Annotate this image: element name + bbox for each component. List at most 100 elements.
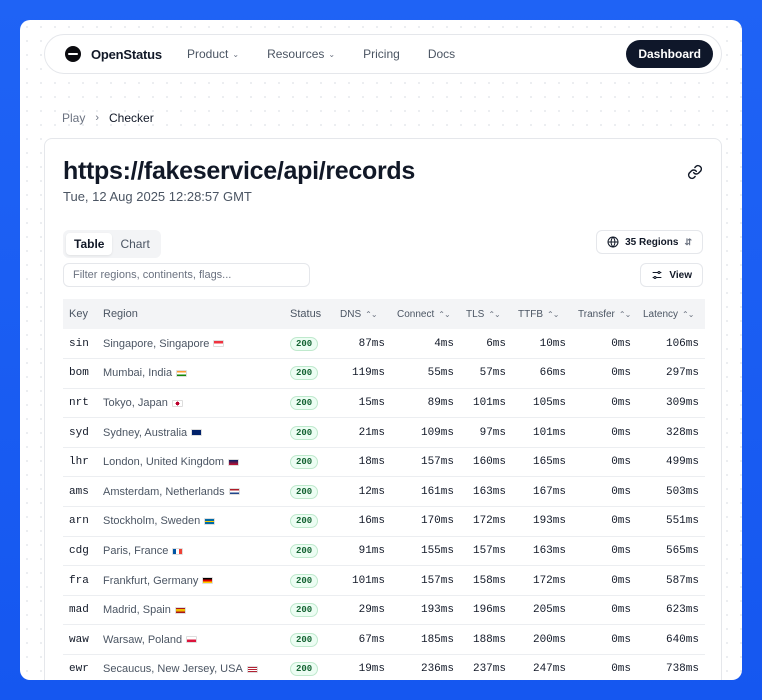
ttfb-cell: 205ms — [512, 595, 572, 626]
sort-icon: ⌃⌄ — [365, 309, 377, 319]
table-row[interactable]: arn Stockholm, Sweden 200 16ms 170ms 172ms 193… — [63, 506, 705, 537]
ttfb-cell: 167ms — [512, 476, 572, 508]
dashboard-button[interactable]: Dashboard — [626, 40, 713, 68]
dns-cell: 15ms — [334, 388, 391, 419]
nav-item-docs[interactable]: Docs — [428, 47, 455, 61]
region-name: London, United Kingdom — [103, 456, 225, 469]
region-name: Warsaw, Poland — [103, 633, 183, 646]
region-cell: Amsterdam, Netherlands — [97, 476, 284, 508]
chevron-down-icon: ⌄ — [328, 49, 336, 59]
column-header-latency[interactable]: Latency ⌃⌄ — [637, 299, 705, 329]
latency-cell: 106ms — [637, 329, 705, 360]
view-tabs: Table Chart — [63, 230, 161, 258]
table-row[interactable]: ams Amsterdam, Netherlands 200 12ms 161ms 163… — [63, 476, 705, 508]
brand-logo[interactable]: OpenStatus — [65, 46, 187, 62]
breadcrumb-play-link[interactable]: Play — [62, 111, 85, 125]
transfer-cell: 0ms — [572, 506, 637, 537]
filter-regions-input[interactable] — [63, 263, 310, 287]
dns-cell: 29ms — [334, 595, 391, 626]
table-row[interactable]: bom Mumbai, India 200 119ms 55ms 57ms 66ms 0ms 2… — [63, 358, 705, 389]
flag-nl-icon — [228, 488, 240, 496]
region-cell: Secaucus, New Jersey, USA — [97, 654, 284, 680]
dns-cell: 16ms — [334, 506, 391, 537]
connect-cell: 155ms — [391, 536, 460, 567]
table-row[interactable]: lhr London, United Kingdom 200 18ms 157ms 160… — [63, 447, 705, 478]
latency-cell: 503ms — [637, 476, 705, 508]
ttfb-cell: 10ms — [512, 329, 572, 360]
column-header-key: Key — [63, 299, 97, 329]
latency-cell: 499ms — [637, 447, 705, 478]
nav-menu: Product ⌄ Resources ⌄ Pricing Docs — [187, 47, 626, 61]
sort-icon: ⌃⌄ — [682, 309, 694, 319]
chevrons-up-down-icon: ⇵ — [684, 236, 692, 247]
region-cell: Tokyo, Japan — [97, 388, 284, 419]
tls-cell: 237ms — [460, 654, 512, 680]
connect-cell: 161ms — [391, 476, 460, 508]
status-badge: 200 — [290, 632, 319, 647]
status-badge: 200 — [290, 366, 319, 381]
connect-cell: 170ms — [391, 506, 460, 537]
region-key: syd — [63, 417, 97, 448]
dns-cell: 91ms — [334, 536, 391, 567]
table-header-row: Key Region Status DNS ⌃⌄ Connect ⌃⌄ TLS ⌃⌄ … — [63, 299, 705, 329]
latency-cell: 640ms — [637, 624, 705, 656]
region-key: cdg — [63, 536, 97, 567]
tab-chart[interactable]: Chart — [112, 233, 157, 255]
latency-cell: 738ms — [637, 654, 705, 680]
tls-cell: 172ms — [460, 506, 512, 537]
view-options-button[interactable]: View — [640, 263, 703, 287]
ttfb-cell: 200ms — [512, 624, 572, 656]
status-cell: 200 — [284, 654, 334, 680]
table-row[interactable]: syd Sydney, Australia 200 21ms 109ms 97ms 101m… — [63, 417, 705, 448]
region-key: fra — [63, 565, 97, 596]
table-row[interactable]: sin Singapore, Singapore 200 87ms 4ms 6ms 10ms… — [63, 329, 705, 360]
transfer-cell: 0ms — [572, 595, 637, 626]
column-header-transfer[interactable]: Transfer ⌃⌄ — [572, 299, 637, 329]
table-row[interactable]: mad Madrid, Spain 200 29ms 193ms 196ms 205ms 0m… — [63, 595, 705, 626]
latency-cell: 565ms — [637, 536, 705, 567]
tls-cell: 97ms — [460, 417, 512, 448]
flag-fr-icon — [172, 547, 184, 555]
region-key: ams — [63, 476, 97, 508]
top-navbar: OpenStatus Product ⌄ Resources ⌄ Pricing… — [44, 34, 722, 74]
table-row[interactable]: fra Frankfurt, Germany 200 101ms 157ms 158ms 1… — [63, 565, 705, 596]
dns-cell: 67ms — [334, 624, 391, 656]
regions-select-button[interactable]: 35 Regions ⇵ — [596, 230, 703, 254]
region-name: Mumbai, India — [103, 367, 173, 380]
region-name: Stockholm, Sweden — [103, 515, 201, 528]
nav-item-pricing[interactable]: Pricing — [363, 47, 400, 61]
region-name: Secaucus, New Jersey, USA — [103, 663, 243, 676]
status-badge: 200 — [290, 425, 319, 440]
column-header-ttfb[interactable]: TTFB ⌃⌄ — [512, 299, 572, 329]
table-row[interactable]: cdg Paris, France 200 91ms 155ms 157ms 163ms 0m… — [63, 536, 705, 567]
table-row[interactable]: waw Warsaw, Poland 200 67ms 185ms 188ms 200ms 0… — [63, 624, 705, 656]
sliders-icon — [652, 271, 662, 279]
table-row[interactable]: ewr Secaucus, New Jersey, USA 200 19ms 236ms… — [63, 654, 705, 680]
ttfb-cell: 165ms — [512, 447, 572, 478]
status-cell: 200 — [284, 388, 334, 419]
nav-item-resources[interactable]: Resources ⌄ — [267, 47, 335, 61]
dns-cell: 19ms — [334, 654, 391, 680]
dns-cell: 101ms — [334, 565, 391, 596]
flag-in-icon — [176, 369, 188, 377]
flag-sg-icon — [213, 340, 225, 348]
checker-result-card: https://fakeservice/api/records Tue, 12 … — [44, 138, 722, 680]
status-cell: 200 — [284, 536, 334, 567]
table-row[interactable]: nrt Tokyo, Japan 200 15ms 89ms 101ms 105ms 0ms 3… — [63, 388, 705, 419]
app-window: OpenStatus Product ⌄ Resources ⌄ Pricing… — [20, 20, 742, 680]
globe-icon — [607, 236, 619, 248]
checked-url-title: https://fakeservice/api/records — [63, 157, 415, 185]
region-key: nrt — [63, 388, 97, 419]
link-icon[interactable] — [687, 164, 703, 180]
status-badge: 200 — [290, 455, 319, 470]
nav-item-product[interactable]: Product ⌄ — [187, 47, 239, 61]
ttfb-cell: 66ms — [512, 358, 572, 389]
column-header-dns[interactable]: DNS ⌃⌄ — [334, 299, 391, 329]
connect-cell: 236ms — [391, 654, 460, 680]
transfer-cell: 0ms — [572, 358, 637, 389]
column-header-connect[interactable]: Connect ⌃⌄ — [391, 299, 460, 329]
tab-table[interactable]: Table — [66, 233, 113, 255]
regions-button-label: 35 Regions — [625, 236, 679, 248]
region-cell: London, United Kingdom — [97, 447, 284, 478]
column-header-tls[interactable]: TLS ⌃⌄ — [460, 299, 512, 329]
